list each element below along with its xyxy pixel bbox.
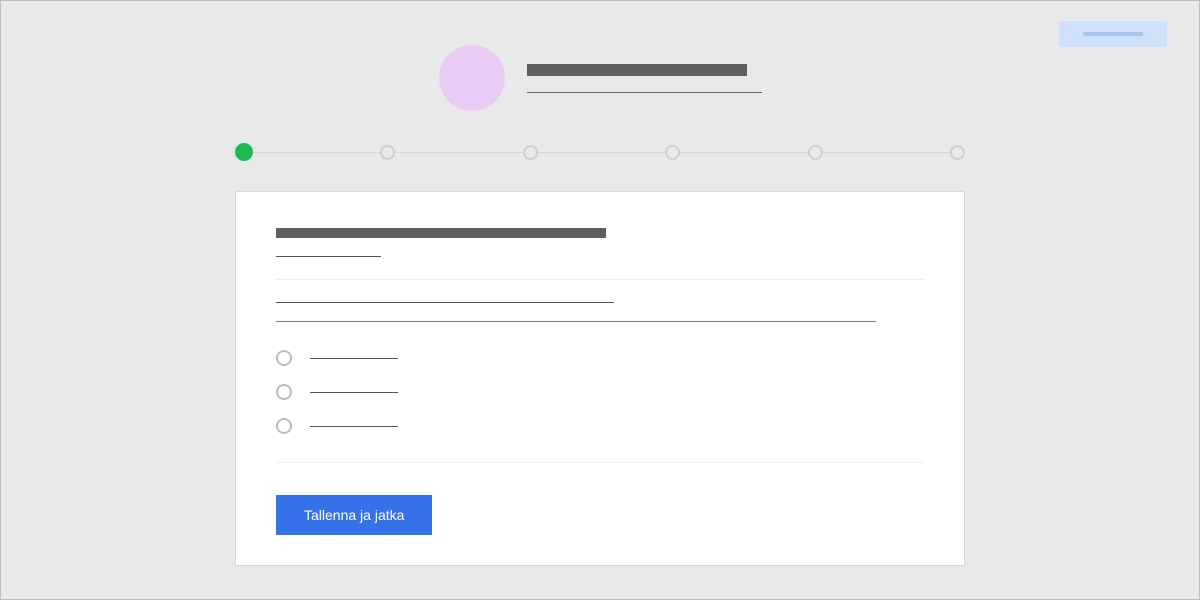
step-4[interactable]: [665, 145, 680, 160]
radio-label: [310, 358, 398, 359]
radio-icon: [276, 384, 292, 400]
section-title: [276, 228, 606, 238]
progress-stepper: [235, 143, 965, 161]
step-2[interactable]: [380, 145, 395, 160]
radio-icon: [276, 418, 292, 434]
form-card: Tallenna ja jatka: [235, 191, 965, 566]
header-text-block: [527, 64, 762, 93]
step-3[interactable]: [523, 145, 538, 160]
field-label: [276, 302, 614, 303]
radio-label: [310, 426, 398, 427]
submit-button[interactable]: Tallenna ja jatka: [276, 495, 432, 535]
step-6[interactable]: [950, 145, 965, 160]
text-input[interactable]: [276, 321, 876, 322]
section-subtitle: [276, 256, 381, 257]
divider: [276, 279, 924, 280]
avatar: [439, 45, 505, 111]
badge-text-placeholder: [1083, 32, 1143, 36]
radio-label: [310, 392, 398, 393]
step-1[interactable]: [235, 143, 253, 161]
radio-option-3[interactable]: [276, 418, 924, 434]
step-5[interactable]: [808, 145, 823, 160]
top-right-badge: [1059, 21, 1167, 47]
page-title: [527, 64, 747, 76]
radio-option-1[interactable]: [276, 350, 924, 366]
radio-group: [276, 350, 924, 434]
page-subtitle: [527, 92, 762, 93]
radio-option-2[interactable]: [276, 384, 924, 400]
radio-icon: [276, 350, 292, 366]
stepper-track: [243, 152, 957, 153]
page-header: [1, 1, 1199, 111]
divider: [276, 462, 924, 463]
